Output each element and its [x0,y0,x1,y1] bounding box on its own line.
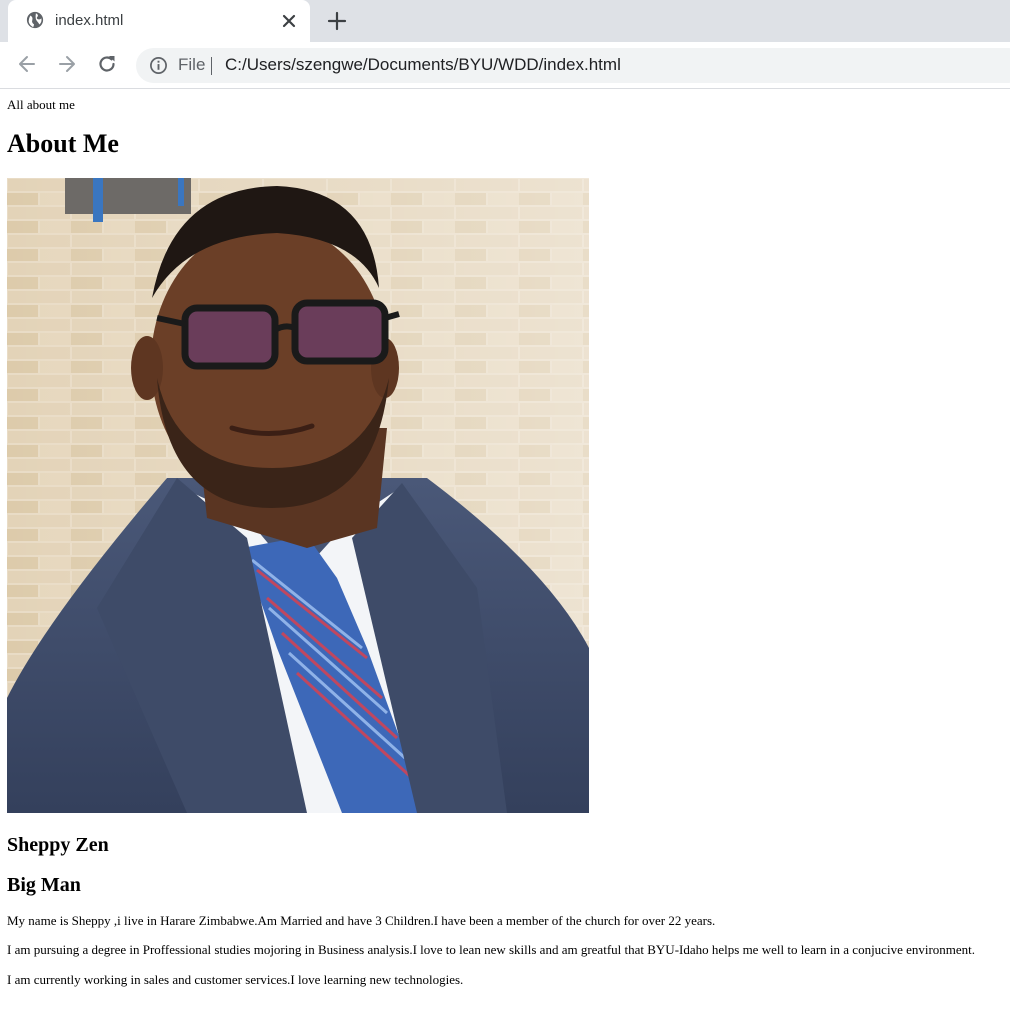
globe-icon [26,11,44,29]
reload-icon[interactable] [96,53,118,75]
omnibox-divider [211,57,212,75]
tab-title: index.html [55,12,124,29]
scheme-label: File [178,55,206,74]
info-icon[interactable] [149,56,168,75]
bio-paragraph-3: I am currently working in sales and cust… [7,972,464,987]
person-subtitle: Big Man [7,874,81,896]
browser-toolbar: File C:/Users/szengwe/Documents/BYU/WDD/… [0,42,1010,89]
bio-paragraph-2: I am pursuing a degree in Proffessional … [7,942,976,957]
person-name: Sheppy Zen [7,834,109,856]
address-bar[interactable]: File C:/Users/szengwe/Documents/BYU/WDD/… [136,48,1010,83]
page-title: About Me [7,129,119,158]
url-text[interactable]: C:/Users/szengwe/Documents/BYU/WDD/index… [225,55,621,75]
arrow-left-icon[interactable] [16,53,38,75]
close-icon[interactable] [280,12,298,30]
document-title-text: All about me [7,97,75,112]
tab-index[interactable]: index.html [8,0,310,42]
bio-paragraph-1: My name is Sheppy ,i live in Harare Zimb… [7,913,716,928]
person-portrait-photo [7,178,589,813]
tab-strip: index.html [0,0,1010,42]
arrow-right-icon[interactable] [56,53,78,75]
plus-icon[interactable] [326,10,348,32]
